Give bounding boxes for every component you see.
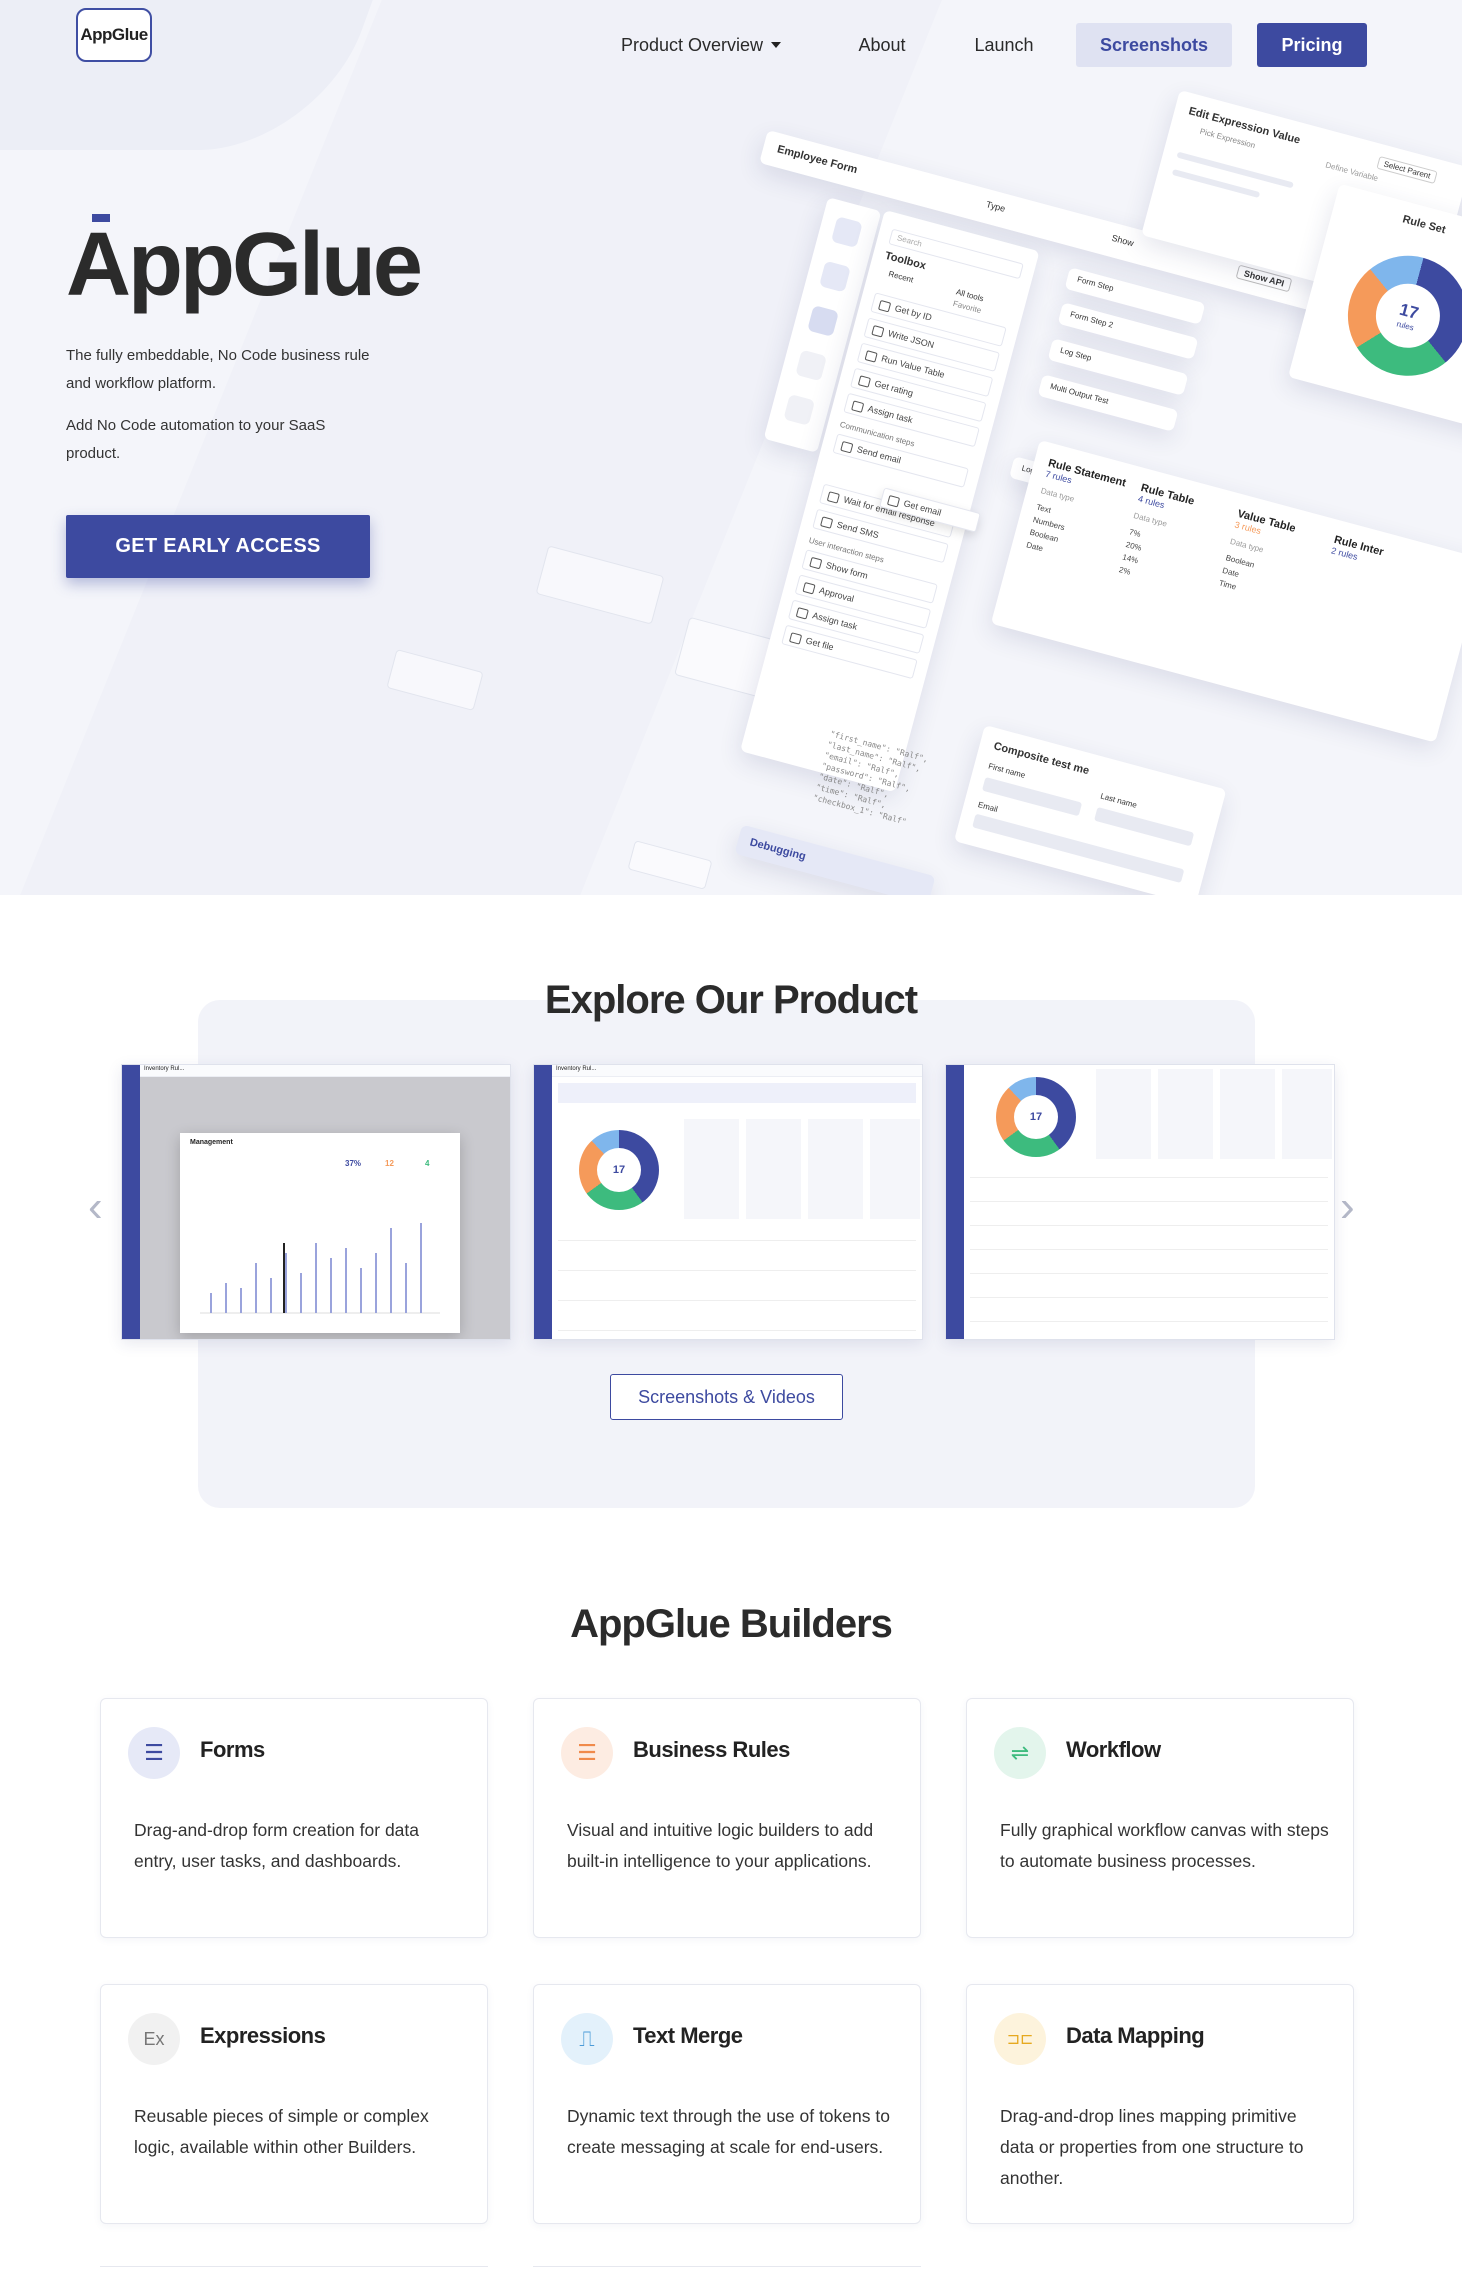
carousel-next-icon[interactable]: › bbox=[1340, 1185, 1355, 1229]
hero-subtagline: Add No Code automation to your SaaS prod… bbox=[66, 417, 326, 462]
builder-card-forms[interactable]: ☰ Forms Drag-and-drop form creation for … bbox=[100, 1698, 488, 1938]
forms-icon: ☰ bbox=[128, 1727, 180, 1779]
screenshots-videos-button[interactable]: Screenshots & Videos bbox=[610, 1374, 843, 1420]
debugging-label: Debugging bbox=[748, 836, 808, 863]
builder-description: Drag-and-drop form creation for data ent… bbox=[134, 1820, 419, 1871]
thumb-banner bbox=[558, 1083, 916, 1103]
nav-about[interactable]: About bbox=[840, 23, 924, 67]
thumb-sidebar bbox=[534, 1065, 552, 1339]
nav-pricing-button[interactable]: Pricing bbox=[1257, 23, 1367, 67]
carousel-prev-icon[interactable]: ‹ bbox=[88, 1185, 103, 1229]
value-table-col: Value Table 3 rules Data type Boolean Da… bbox=[1217, 508, 1297, 605]
nav-pricing-label: Pricing bbox=[1281, 34, 1343, 55]
builder-description: Dynamic text through the use of tokens t… bbox=[567, 2106, 890, 2157]
toolbox-recent-tab: Recent bbox=[887, 269, 915, 285]
rule-table-col: Rule Table 4 rules Data type 7% 20% 14% … bbox=[1118, 482, 1196, 590]
rule-set-title: Rule Set bbox=[1401, 213, 1447, 237]
workflow-icon: ⇌ bbox=[994, 1727, 1046, 1779]
nav-product-overview[interactable]: Product Overview bbox=[612, 23, 790, 67]
caret-down-icon bbox=[771, 42, 782, 48]
hero-section: Employee Form Type Show Show API Toolbox… bbox=[0, 0, 1462, 895]
text-merge-icon: ⎍ bbox=[561, 2013, 613, 2065]
nav-about-label: About bbox=[858, 34, 906, 55]
composite-test-card: Composite test me First name Last name E… bbox=[953, 725, 1227, 895]
screenshot-thumbnail[interactable]: Inventory Rul... Management 37% 12 4 bbox=[121, 1064, 511, 1340]
ghost-node bbox=[627, 840, 713, 890]
logo[interactable]: AppGlue bbox=[76, 8, 152, 62]
explore-title: Explore Our Product bbox=[544, 978, 918, 1022]
email-label: Email bbox=[977, 800, 999, 814]
toolbox-search: Search bbox=[888, 228, 1024, 280]
nav-launch[interactable]: Launch bbox=[958, 23, 1050, 67]
expressions-icon: Ex bbox=[128, 2013, 180, 2065]
builder-description: Drag-and-drop lines mapping primitive da… bbox=[1000, 2106, 1304, 2188]
define-variable-label: Define Variable bbox=[1324, 160, 1380, 184]
hero-title: AppGlue bbox=[66, 215, 423, 315]
rule-statement-col: Rule Statement 7 rules Data type Text Nu… bbox=[1025, 457, 1127, 571]
thumb-topbar: Inventory Rul... bbox=[140, 1065, 510, 1077]
screenshot-thumbnail[interactable]: Inventory Rul... 17 bbox=[533, 1064, 923, 1340]
employee-form-title: Employee Form bbox=[775, 143, 859, 177]
show-label: Show bbox=[1110, 232, 1135, 249]
step-label: Form Step bbox=[1076, 274, 1115, 294]
thumb-topbar: Inventory Rul... bbox=[552, 1065, 922, 1077]
thumb-stat: 12 bbox=[385, 1159, 394, 1168]
thumb-stat: 4 bbox=[425, 1159, 430, 1168]
builder-card-data-mapping[interactable]: ⊐⊏ Data Mapping Drag-and-drop lines mapp… bbox=[966, 1984, 1354, 2224]
first-name-label: First name bbox=[987, 761, 1027, 780]
hero-tagline: The fully embeddable, No Code business r… bbox=[66, 347, 370, 392]
data-mapping-icon: ⊐⊏ bbox=[994, 2013, 1046, 2065]
builder-card-business-rules[interactable]: ☰ Business Rules Visual and intuitive lo… bbox=[533, 1698, 921, 1938]
nav-screenshots-button[interactable]: Screenshots bbox=[1076, 23, 1232, 67]
builder-name: Text Merge bbox=[633, 2023, 743, 2048]
builder-name: Business Rules bbox=[633, 1737, 790, 1762]
thumb-modal-title: Management bbox=[190, 1139, 233, 1146]
rule-inter-col: Rule Inter 2 rules bbox=[1330, 534, 1385, 568]
step-label: Multi Output Test bbox=[1049, 381, 1110, 406]
thumb-stat: 37% bbox=[345, 1159, 362, 1168]
builder-card-text-merge[interactable]: ⎍ Text Merge Dynamic text through the us… bbox=[533, 1984, 921, 2224]
nav-launch-label: Launch bbox=[974, 34, 1034, 55]
thumb-header-text: Inventory Rul... bbox=[144, 1066, 185, 1072]
builder-description: Fully graphical workflow canvas with ste… bbox=[1000, 1820, 1329, 1871]
screenshot-thumbnail[interactable]: 17 bbox=[945, 1064, 1335, 1340]
nav-screenshots-label: Screenshots bbox=[1099, 34, 1209, 55]
builders-title: AppGlue Builders bbox=[570, 1602, 893, 1646]
thumb-header-text: Inventory Rul... bbox=[556, 1066, 597, 1072]
hero-illustration: Employee Form Type Show Show API Toolbox… bbox=[386, 90, 1462, 895]
builder-description: Visual and intuitive logic builders to a… bbox=[567, 1820, 874, 1871]
json-snippet: "first_name": "Ralf", "last_name": "Ralf"… bbox=[812, 729, 930, 827]
thumb-modal: Management 37% 12 4 bbox=[180, 1133, 460, 1333]
thumb-sidebar bbox=[946, 1065, 964, 1339]
debugging-panel: Debugging bbox=[734, 824, 936, 895]
last-name-label: Last name bbox=[1099, 791, 1138, 810]
next-row-edge bbox=[100, 2266, 488, 2272]
business-rules-icon: ☰ bbox=[561, 1727, 613, 1779]
builder-name: Workflow bbox=[1066, 1737, 1161, 1762]
builder-name: Forms bbox=[200, 1737, 265, 1762]
thumb-sidebar bbox=[122, 1065, 140, 1339]
type-label: Type bbox=[984, 199, 1007, 214]
thumb-donut-value: 17 bbox=[597, 1148, 641, 1192]
nav-product-overview-label: Product Overview bbox=[620, 34, 764, 55]
rule-tables-card: Rule Statement 7 rules Data type Text Nu… bbox=[990, 440, 1462, 743]
builder-card-expressions[interactable]: Ex Expressions Reusable pieces of simple… bbox=[100, 1984, 488, 2224]
step-label: Form Step 2 bbox=[1069, 309, 1115, 330]
builder-name: Data Mapping bbox=[1066, 2023, 1205, 2048]
select-parent-button: Select Parent bbox=[1376, 155, 1438, 185]
logo-text: AppGlue bbox=[80, 25, 148, 44]
builder-description: Reusable pieces of simple or complex log… bbox=[134, 2106, 429, 2157]
builder-name: Expressions bbox=[200, 2023, 326, 2048]
get-early-access-button[interactable]: GET EARLY ACCESS bbox=[66, 515, 370, 578]
thumb-bar-chart bbox=[200, 1223, 440, 1314]
step-label: Log Step bbox=[1059, 345, 1093, 363]
thumb-donut-value: 17 bbox=[1014, 1095, 1058, 1139]
builder-card-workflow[interactable]: ⇌ Workflow Fully graphical workflow canv… bbox=[966, 1698, 1354, 1938]
next-row-edge bbox=[533, 2266, 921, 2272]
